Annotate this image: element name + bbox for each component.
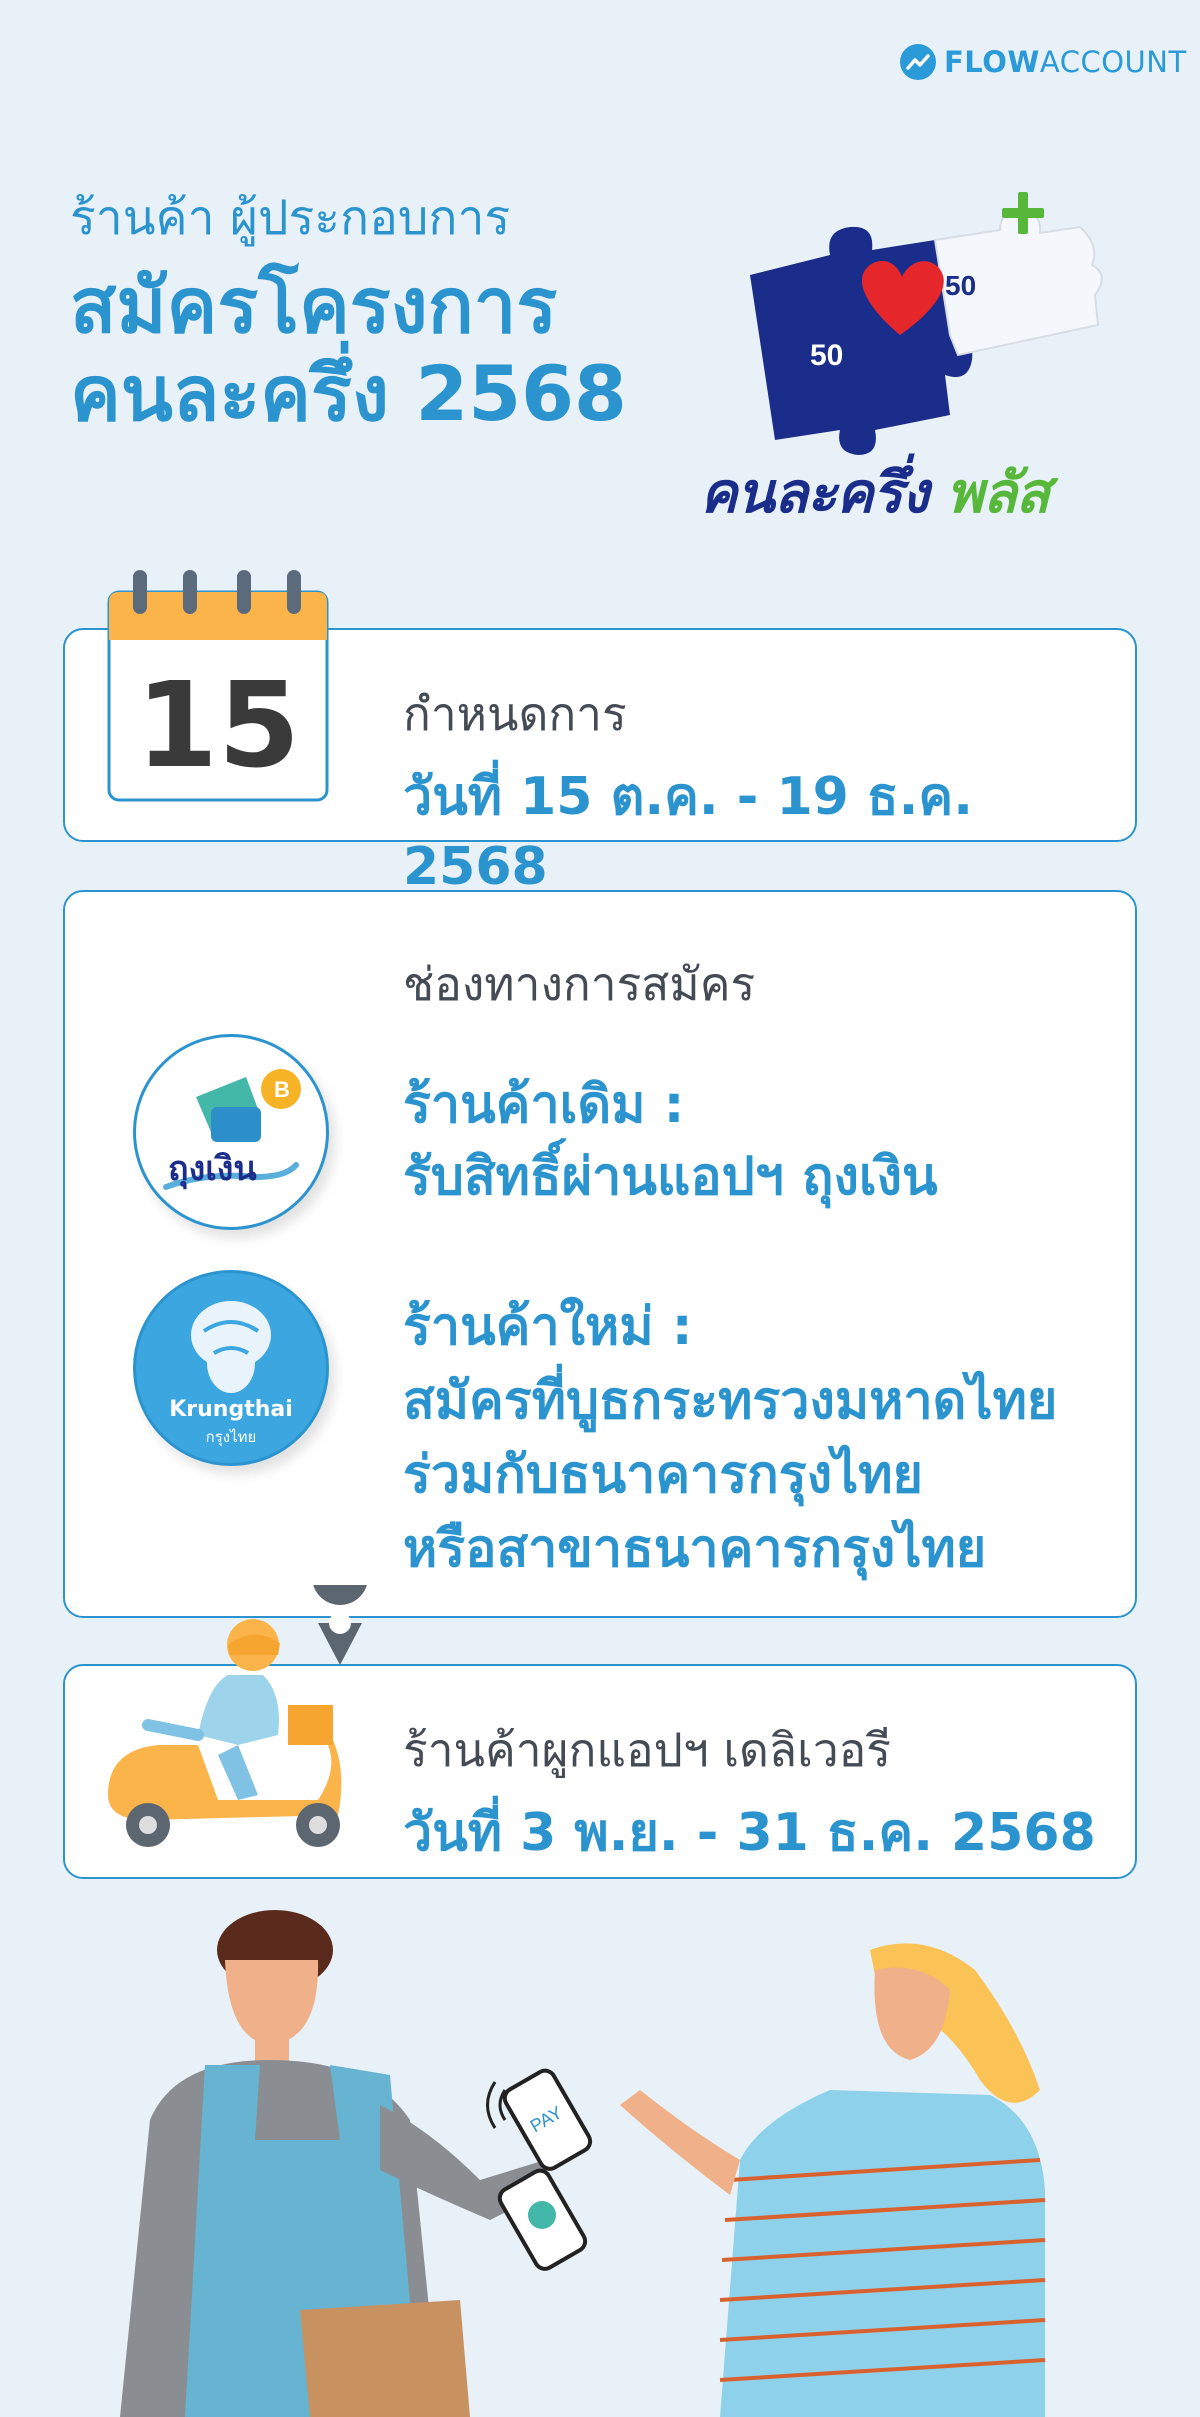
existing-title: ร้านค้าเดิม : <box>403 1075 685 1135</box>
badge-left: 50 <box>810 339 843 372</box>
promo-plus-text: พลัส <box>946 461 1050 526</box>
payment-people-illustration: PAY <box>120 1910 1046 2417</box>
brand-logo: FLOWACCOUNT <box>900 44 1187 80</box>
badge-right: 50 <box>945 270 976 301</box>
svg-text:B: B <box>274 1077 290 1102</box>
promo-name: คนละครึ่ง พลัส <box>700 461 1050 526</box>
tungngern-logo-text: ถุงเงิน <box>168 1149 257 1189</box>
title-line-1: สมัครโครงการ <box>70 261 558 350</box>
new-line-1: สมัครที่บูธกระทรวงมหาดไทย <box>403 1371 1058 1431</box>
channels-card: ช่องทางการสมัคร B ถุงเงิน ร้านค้าเดิม : … <box>63 890 1137 1618</box>
existing-detail: รับสิทธิ์ผ่านแอปฯ ถุงเงิน <box>403 1147 938 1207</box>
brand-name: FLOWACCOUNT <box>944 45 1187 79</box>
krungthai-th: กรุงไทย <box>205 1428 257 1446</box>
delivery-label: ร้านค้าผูกแอปฯ เดลิเวอรี <box>403 1723 891 1777</box>
kicker-text: ร้านค้า ผู้ประกอบการ <box>70 190 511 246</box>
new-line-3: หรือสาขาธนาคารกรุงไทย <box>403 1519 987 1579</box>
channels-title: ช่องทางการสมัคร <box>403 957 756 1011</box>
location-pin-icon <box>313 1585 367 1665</box>
page-title: สมัครโครงการ คนละครึ่ง 2568 <box>70 262 627 438</box>
krungthai-en: Krungthai <box>169 1397 293 1422</box>
title-line-2: คนละครึ่ง 2568 <box>70 349 627 438</box>
new-line-2: ร่วมกับธนาคารกรุงไทย <box>403 1445 923 1505</box>
tungngern-logo: B ถุงเงิน <box>133 1034 329 1230</box>
schedule-label: กำหนดการ <box>403 687 627 741</box>
calendar-icon: 15 <box>107 570 329 802</box>
delivery-rider-illustration <box>108 1585 367 1847</box>
trend-icon <box>900 44 936 80</box>
new-title: ร้านค้าใหม่ : <box>403 1297 693 1357</box>
phone-pay-icon: PAY <box>502 2068 593 2171</box>
krungthai-logo: Krungthai กรุงไทย <box>133 1270 329 1466</box>
schedule-dates: วันที่ 15 ต.ค. - 19 ธ.ค. 2568 <box>403 767 973 897</box>
calendar-day: 15 <box>135 656 301 794</box>
delivery-dates: วันที่ 3 พ.ย. - 31 ธ.ค. 2568 <box>403 1803 1096 1863</box>
